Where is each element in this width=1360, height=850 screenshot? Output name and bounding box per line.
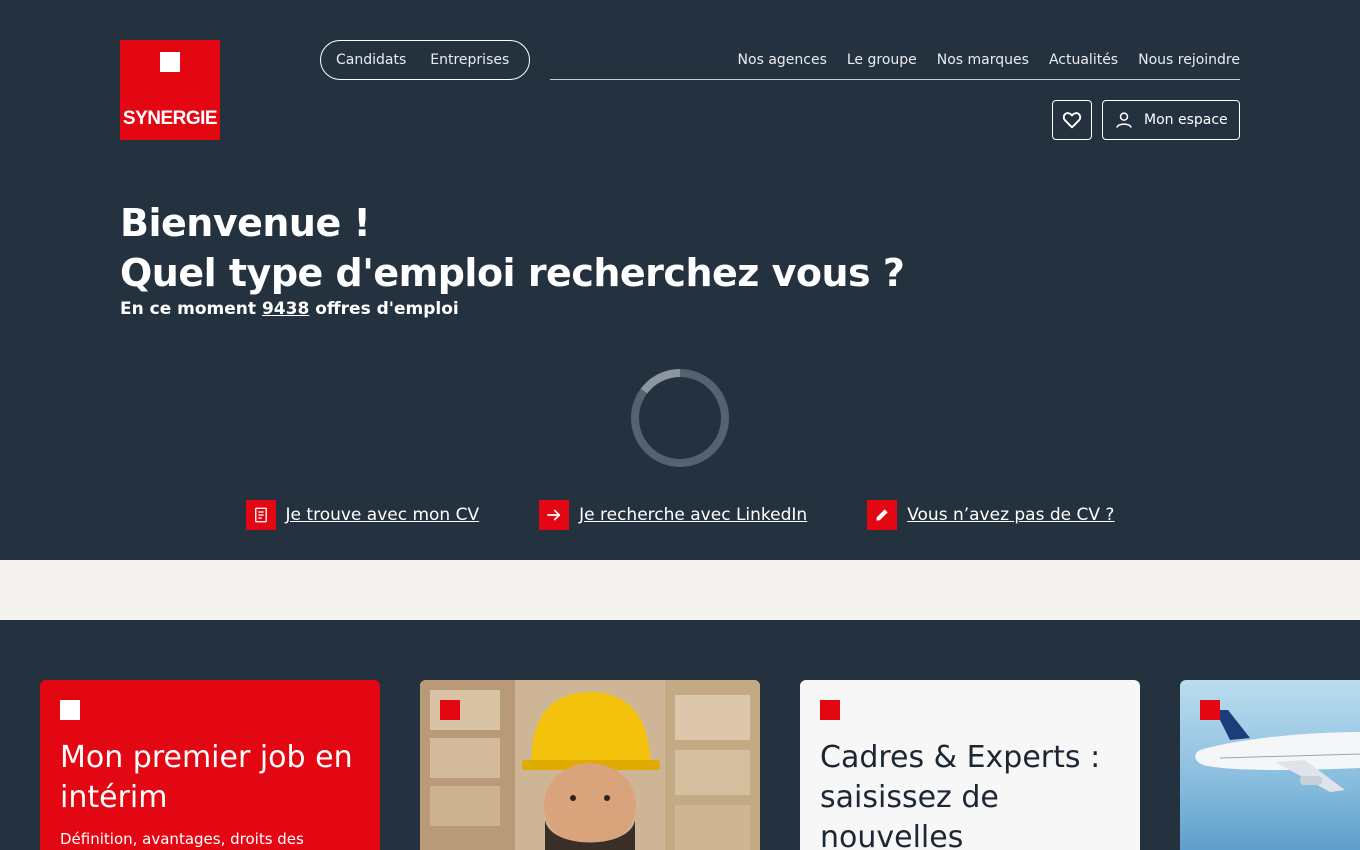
synergie-logo[interactable]: SYNERGIE [120,40,220,140]
card-cadres-experts[interactable]: Cadres & Experts : saisissez de nouvelle… [800,680,1140,850]
mon-espace-label: Mon espace [1144,112,1228,128]
logo-square [160,52,180,72]
offer-count-prefix: En ce moment [120,299,257,319]
favorites-button[interactable] [1052,100,1092,140]
card-airplane-photo[interactable] [1180,680,1360,850]
document-icon [245,500,276,530]
user-icon [1116,112,1132,128]
offer-count-link[interactable]: 9438 [262,299,309,319]
arrow-right-icon [539,500,570,530]
card-marker [820,700,840,720]
card-worker-photo[interactable] [420,680,760,850]
cv-search-link[interactable]: Je trouve avec mon CV [245,500,480,530]
card-title: Mon premier job en intérim [60,740,353,815]
card-premier-job[interactable]: Mon premier job en intérim Définition, a… [40,680,380,850]
hero-title-line2: Quel type d'emploi recherchez vous ? [120,251,905,295]
no-cv-label: Vous n’avez pas de CV ? [907,505,1115,525]
card-marker [440,700,460,720]
top-navigation: Nos agences Le groupe Nos marques Actual… [550,40,1240,80]
card-marker [1200,700,1220,720]
hero-title: Bienvenue ! Quel type d'emploi recherche… [120,198,1120,298]
nav-le-groupe[interactable]: Le groupe [847,52,917,68]
card-description: Définition, avantages, droits des [60,830,304,848]
card-title: Cadres & Experts : saisissez de nouvelle… [820,740,1101,850]
card-marker [60,700,80,720]
cv-search-label: Je trouve avec mon CV [285,505,480,525]
nav-nos-agences[interactable]: Nos agences [738,52,827,68]
logo-wordmark: SYNERGIE [122,108,218,129]
mon-espace-button[interactable]: Mon espace [1102,100,1240,140]
linkedin-search-label: Je recherche avec LinkedIn [579,505,808,525]
audience-switch: Candidats Entreprises [320,40,530,80]
linkedin-search-link[interactable]: Je recherche avec LinkedIn [539,500,807,530]
nav-actualites[interactable]: Actualités [1049,52,1118,68]
hero-title-line1: Bienvenue ! [120,201,371,245]
audience-entreprises[interactable]: Entreprises [430,52,509,68]
loading-spinner-icon [631,369,729,467]
quick-search-links: Je trouve avec mon CV Je recherche avec … [0,500,1360,530]
nav-nos-marques[interactable]: Nos marques [937,52,1029,68]
audience-candidats[interactable]: Candidats [336,52,406,68]
heart-icon [1062,112,1082,129]
worker-photo-image [420,680,760,850]
offer-count-text: En ce moment 9438 offres d'emploi [120,299,459,319]
nav-nous-rejoindre[interactable]: Nous rejoindre [1138,52,1240,68]
no-cv-link[interactable]: Vous n’avez pas de CV ? [867,500,1114,530]
pencil-icon [867,500,898,530]
offer-count-suffix: offres d'emploi [315,299,459,319]
section-divider-band [0,560,1360,620]
